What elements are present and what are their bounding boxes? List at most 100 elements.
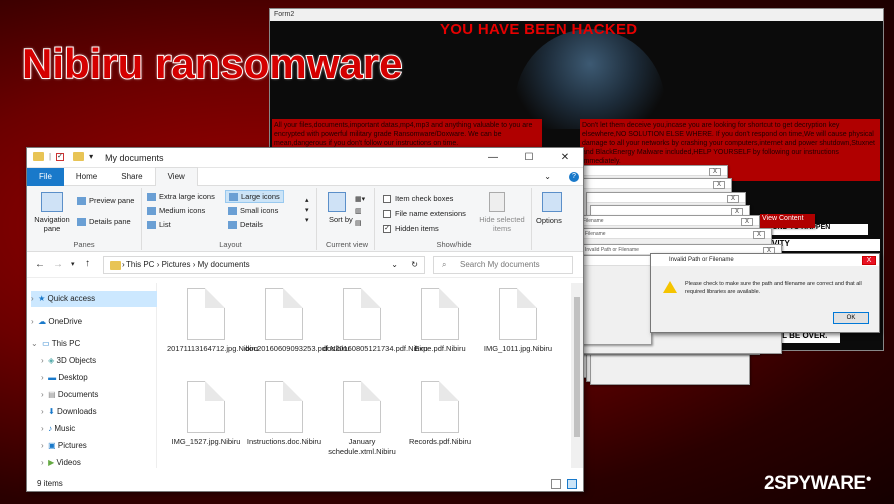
up-arrow-icon[interactable]: ↑ (85, 258, 90, 269)
medium-icons-option[interactable]: Medium icons (147, 206, 205, 216)
large-icons-label: Large icons (241, 192, 280, 201)
file-item[interactable]: IMG_1011.jpg.Nibiru (479, 288, 557, 354)
small-icons-label: Small icons (240, 206, 279, 215)
tab-share[interactable]: Share (109, 168, 154, 186)
current-view-group-label: Current view (325, 240, 369, 249)
tab-view[interactable]: View (154, 167, 198, 186)
sidebar-item-music[interactable]: › ♪ Music (41, 421, 75, 437)
item-check-boxes-toggle[interactable]: Item check boxes (383, 194, 453, 204)
large-icons-option[interactable]: Large icons (225, 190, 284, 204)
sidebar-item-label: This PC (51, 339, 81, 348)
details-option[interactable]: Details (228, 220, 263, 230)
file-item[interactable]: Records.pdf.Nibiru (401, 381, 479, 447)
details-label: Details (240, 220, 263, 229)
collapse-ribbon-icon[interactable]: ⌄ (532, 168, 563, 186)
item-count: 9 items (37, 479, 63, 488)
cube-icon: ◈ (48, 356, 55, 365)
chevron-down-icon[interactable]: ⌄ (391, 257, 398, 273)
file-item[interactable]: IMG_1527.jpg.Nibiru (167, 381, 245, 447)
help-icon[interactable]: ? (569, 172, 579, 182)
file-item[interactable]: doc20160609093253.pdf.Nibiru (245, 288, 350, 354)
hide-selected-items-button[interactable]: Hide selected items (477, 215, 527, 233)
minimize-icon[interactable]: — (475, 148, 511, 168)
watermark-text: 2SPYWARE (764, 473, 866, 494)
forward-arrow-icon[interactable]: → (53, 259, 63, 270)
properties-icon[interactable]: ✓ (56, 152, 65, 161)
extra-large-icons-label: Extra large icons (159, 192, 215, 201)
sort-by-button[interactable]: Sort by (329, 215, 353, 224)
close-icon[interactable]: X (741, 218, 753, 226)
close-icon[interactable]: ✕ (547, 148, 583, 168)
extra-large-icons-option[interactable]: Extra large icons (147, 192, 215, 202)
ok-button[interactable]: OK (833, 312, 869, 324)
music-icon: ♪ (48, 424, 53, 433)
panes-group-label: Panes (73, 240, 95, 249)
back-arrow-icon[interactable]: ← (35, 259, 45, 270)
sidebar-item-desktop[interactable]: › ▬ Desktop (41, 370, 88, 386)
large-icons-icon (229, 193, 238, 202)
list-icon (147, 221, 156, 230)
file-item[interactable]: 20171113164712.jpg.Nibiru (167, 288, 258, 354)
group-by-icon[interactable]: ▦▾ ▥ ▤ (355, 194, 365, 230)
layout-scroll-icon[interactable]: ▴ ▾ ▾ (305, 196, 309, 226)
close-icon[interactable]: X (709, 168, 721, 176)
recent-locations-icon[interactable]: ▾ (71, 260, 75, 268)
navigation-pane-button[interactable]: Navigation pane (31, 215, 73, 233)
small-icons-option[interactable]: Small icons (228, 206, 279, 216)
details-view-icon[interactable] (551, 479, 561, 489)
ribbon: Navigation pane Preview pane Details pan… (27, 186, 583, 252)
error-dialog-cascade[interactable] (582, 255, 652, 345)
details-pane-button[interactable]: Details pane (77, 217, 131, 227)
file-item[interactable]: doc20160805121734.pdf.Nibiru (323, 288, 428, 354)
breadcrumb-pictures[interactable]: Pictures (162, 260, 191, 269)
breadcrumb-my-documents[interactable]: My documents (198, 260, 250, 269)
close-icon[interactable]: X (727, 195, 739, 203)
options-button[interactable]: Options (536, 216, 562, 225)
file-item[interactable]: Instructions.doc.Nibiru (245, 381, 323, 447)
sidebar-item-3d-objects[interactable]: › ◈ 3D Objects (41, 353, 96, 369)
tab-file[interactable]: File (27, 167, 64, 186)
vertical-scrollbar[interactable] (571, 283, 583, 468)
file-item[interactable]: January schedule.xtml.Nibiru (323, 381, 401, 457)
sidebar-item-videos[interactable]: › ▶ Videos (41, 455, 81, 471)
search-input[interactable]: ⌕ Search My documents (433, 256, 573, 274)
refresh-icon[interactable]: ↻ (411, 257, 418, 273)
sidebar-item-label: OneDrive (48, 317, 83, 326)
new-folder-icon[interactable] (73, 152, 85, 161)
cloud-icon: ☁ (38, 317, 47, 326)
tab-home[interactable]: Home (64, 168, 109, 186)
breadcrumb-this-pc[interactable]: This PC (126, 260, 154, 269)
close-icon[interactable]: X (862, 256, 876, 265)
hidden-items-toggle[interactable]: ✓ Hidden items (383, 224, 439, 234)
blank-file-icon (343, 288, 381, 340)
options-group: Options (534, 188, 574, 250)
ransom-banner: YOU HAVE BEEN HACKED (440, 21, 638, 38)
sidebar-item-onedrive[interactable]: › ☁ OneDrive (31, 314, 82, 330)
maximize-icon[interactable]: ☐ (511, 148, 547, 168)
customize-toolbar-icon[interactable]: ▾ (89, 152, 93, 161)
sidebar-item-pictures[interactable]: › ▣ Pictures (41, 438, 87, 454)
scrollbar-thumb[interactable] (574, 297, 580, 437)
show-hide-group-label: Show/hide (436, 240, 472, 249)
file-name-extensions-toggle[interactable]: File name extensions (383, 209, 466, 219)
large-icons-view-icon[interactable] (567, 479, 577, 489)
close-icon[interactable]: X (753, 231, 765, 239)
sidebar: › ★ Quick access › ☁ OneDrive ⌄ ▭ This P… (27, 283, 157, 468)
list-option[interactable]: List (147, 220, 171, 230)
sidebar-item-downloads[interactable]: › ⬇ Downloads (41, 404, 97, 420)
sidebar-item-quick-access[interactable]: › ★ Quick access (31, 291, 157, 307)
blank-file-icon (343, 381, 381, 433)
file-name: IMG_1011.jpg.Nibiru (483, 344, 553, 353)
close-icon[interactable]: X (713, 181, 725, 189)
checkbox-icon (383, 210, 391, 219)
blank-file-icon (265, 381, 303, 433)
sidebar-item-this-pc[interactable]: ⌄ ▭ This PC (31, 336, 80, 352)
search-placeholder: Search My documents (460, 260, 540, 269)
address-bar[interactable]: › This PC › Pictures › My documents ⌄ ↻ (103, 256, 425, 274)
error-dialog[interactable]: Invalid Path or Filename X Please check … (650, 253, 880, 333)
sidebar-item-documents[interactable]: › ▤ Documents (41, 387, 98, 403)
preview-pane-button[interactable]: Preview pane (77, 196, 134, 206)
warning-icon (663, 281, 677, 293)
file-name-extensions-label: File name extensions (395, 209, 466, 218)
file-item[interactable]: Expe.pdf.Nibiru (401, 288, 479, 354)
